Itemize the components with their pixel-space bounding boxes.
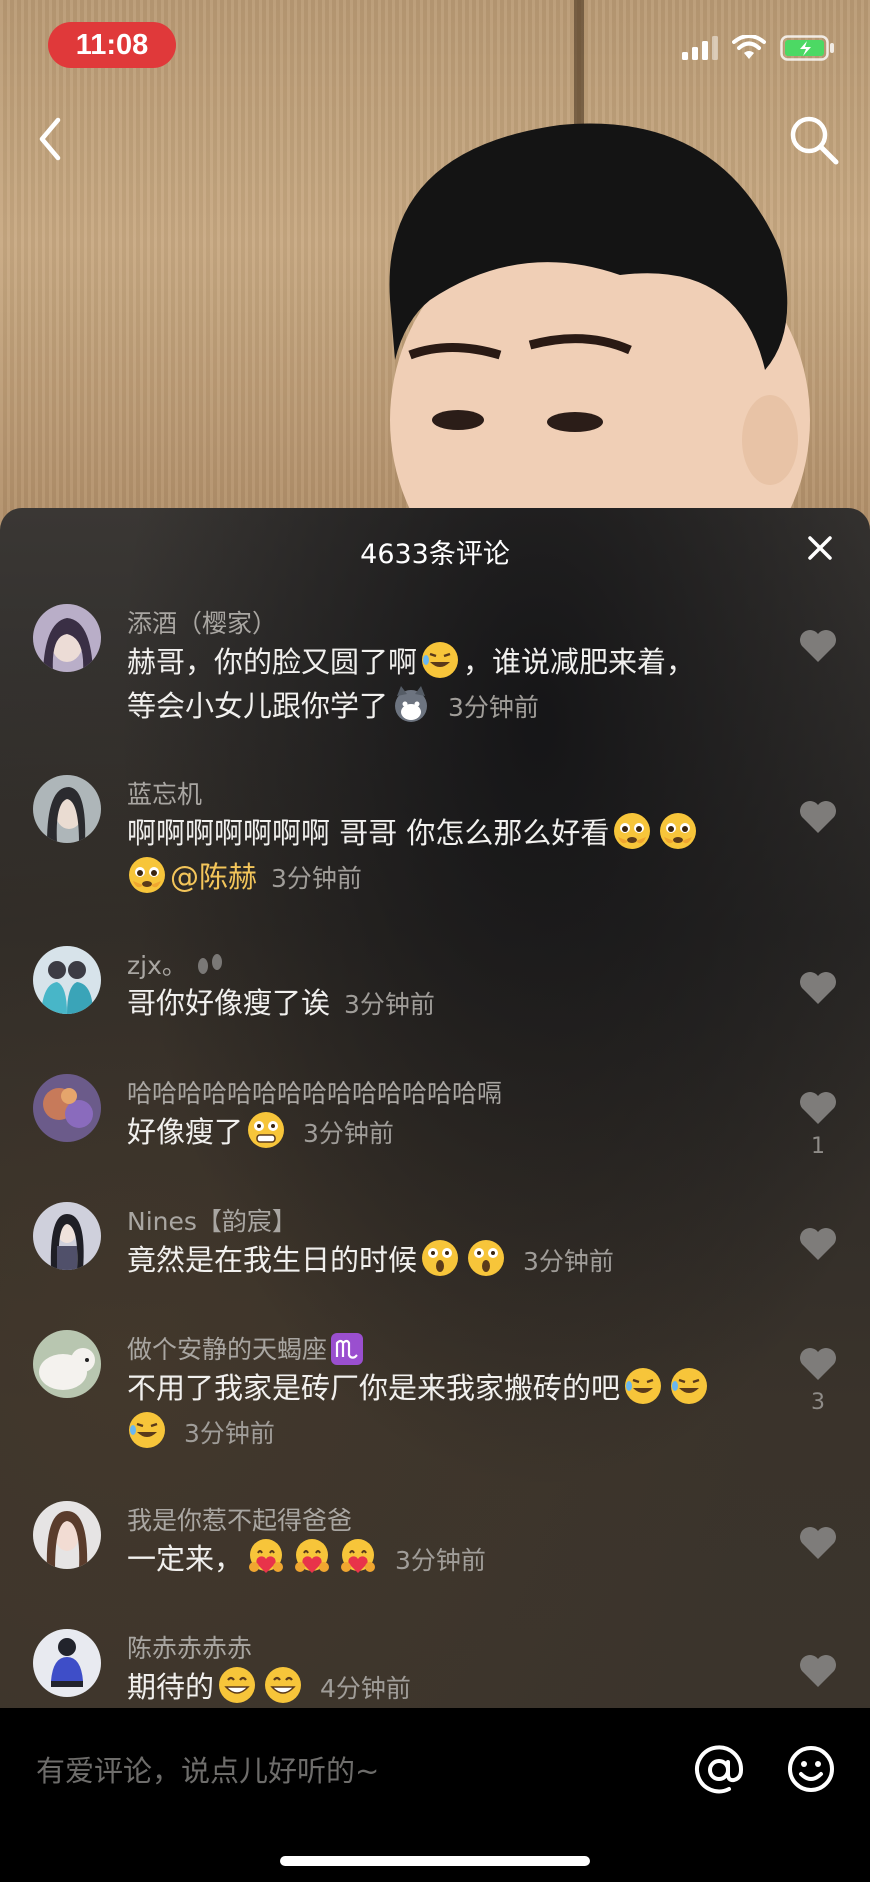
scorpio-icon xyxy=(331,1333,364,1365)
signal-icon xyxy=(682,36,718,60)
comment-time: 3分钟前 xyxy=(271,864,362,893)
heart-icon[interactable] xyxy=(798,1653,838,1689)
comment-author[interactable]: 添酒（樱家） xyxy=(127,604,277,640)
comment-author[interactable]: 我是你惹不起得爸爸 xyxy=(127,1501,352,1537)
comment-line: 一定来， xyxy=(127,1542,244,1576)
comment-line: 期待的 xyxy=(127,1670,215,1704)
footprints-icon xyxy=(197,954,222,974)
astonished-emoji-icon xyxy=(468,1240,505,1276)
home-indicator xyxy=(280,1856,590,1866)
heart-icon[interactable] xyxy=(798,628,838,664)
like-count: 1 xyxy=(811,1134,825,1159)
rofl-emoji-icon xyxy=(129,1412,165,1448)
battery-icon xyxy=(780,35,834,61)
close-icon[interactable] xyxy=(806,534,834,562)
comment-text: 哥你好像瘦了诶 3分钟前 xyxy=(127,982,767,1026)
astonished-emoji-icon xyxy=(422,1240,459,1276)
comment-time: 3分钟前 xyxy=(395,1546,486,1575)
back-icon[interactable] xyxy=(28,112,72,166)
status-icons xyxy=(682,34,836,62)
video-person xyxy=(389,123,810,540)
heart-icon[interactable] xyxy=(798,1346,838,1382)
comment-line: 竟然是在我生日的时候 xyxy=(127,1243,418,1277)
comment-time: 3分钟前 xyxy=(448,693,539,722)
comment-line: 啊啊啊啊啊啊啊 哥哥 你怎么那么好看 xyxy=(127,816,610,850)
rofl-emoji-icon xyxy=(625,1368,662,1404)
husky-emoji-icon xyxy=(395,686,428,722)
rofl-emoji-icon xyxy=(671,1368,708,1404)
pleading-emoji-icon xyxy=(660,813,697,849)
comment-text: 赫哥，你的脸又圆了啊 ，谁说减肥来着， 等会小女儿跟你学了 3分钟前 xyxy=(127,640,767,729)
comment-line: 不用了我家是砖厂你是来我家搬砖的吧 xyxy=(127,1371,621,1405)
comment-time: 4分钟前 xyxy=(320,1674,411,1703)
avatar[interactable] xyxy=(33,604,101,672)
comment-line: 等会小女儿跟你学了 xyxy=(127,689,389,723)
avatar[interactable] xyxy=(33,1501,101,1569)
comment-input[interactable]: 有爱评论，说点儿好听的~ xyxy=(36,1748,379,1790)
comment-line: ，谁说减肥来着， xyxy=(463,645,696,679)
search-icon[interactable] xyxy=(786,112,842,168)
avatar[interactable] xyxy=(33,775,101,843)
pleading-emoji-icon xyxy=(129,857,165,893)
comment-line: 赫哥，你的脸又圆了啊 xyxy=(127,645,418,679)
heart-icon[interactable] xyxy=(798,1525,838,1561)
grimace-emoji-icon xyxy=(248,1112,285,1148)
heart-icon[interactable] xyxy=(798,1090,838,1126)
author-name: zjx。 xyxy=(127,951,187,980)
grin-emoji-icon xyxy=(219,1667,256,1703)
comment-author[interactable]: zjx。 xyxy=(127,946,227,982)
at-icon[interactable] xyxy=(693,1744,745,1796)
comment-author[interactable]: Nines【韵宸】 xyxy=(127,1202,297,1238)
comment-text: 期待的 4分钟前 xyxy=(127,1665,767,1708)
comment-time: 3分钟前 xyxy=(303,1119,394,1148)
comment-author[interactable]: 蓝忘机 xyxy=(127,775,202,811)
comment-line: 哥你好像瘦了诶 xyxy=(127,986,331,1020)
comment-time: 3分钟前 xyxy=(344,990,435,1019)
mention-link[interactable]: @陈赫 xyxy=(170,860,257,894)
comment-input-bar: 有爱评论，说点儿好听的~ xyxy=(0,1708,870,1882)
avatar[interactable] xyxy=(33,1074,101,1142)
heart-hands-emoji-icon xyxy=(295,1539,330,1573)
comment-count-title: 4633条评论 xyxy=(360,539,510,570)
heart-icon[interactable] xyxy=(798,970,838,1006)
avatar[interactable] xyxy=(33,946,101,1014)
heart-hands-emoji-icon xyxy=(341,1539,376,1573)
avatar[interactable] xyxy=(33,1330,101,1398)
pleading-emoji-icon xyxy=(614,813,651,849)
emoji-icon[interactable] xyxy=(786,1744,836,1794)
comment-panel: 4633条评论 添酒（樱家） 赫哥，你的脸又圆了啊 ，谁说减肥来着， 等会小女儿跟… xyxy=(0,508,870,1708)
comment-text: 好像瘦了 3分钟前 xyxy=(127,1110,767,1155)
comment-text: 不用了我家是砖厂你是来我家搬砖的吧 3分钟前 xyxy=(127,1366,767,1455)
like-count: 3 xyxy=(811,1390,825,1415)
rofl-emoji-icon xyxy=(422,642,459,678)
avatar[interactable] xyxy=(33,1202,101,1270)
heart-icon[interactable] xyxy=(798,1226,838,1262)
avatar[interactable] xyxy=(33,1629,101,1697)
comment-author[interactable]: 陈赤赤赤赤 xyxy=(127,1629,252,1665)
comment-time: 3分钟前 xyxy=(523,1247,614,1276)
comment-text: 一定来， 3分钟前 xyxy=(127,1537,767,1582)
comment-text: 竟然是在我生日的时候 3分钟前 xyxy=(127,1238,767,1283)
status-time: 11:08 xyxy=(48,22,176,68)
comment-line: 好像瘦了 xyxy=(127,1115,244,1149)
author-name: 做个安静的天蝎座 xyxy=(127,1335,328,1364)
comment-text: 啊啊啊啊啊啊啊 哥哥 你怎么那么好看 @陈赫 3分钟前 xyxy=(127,811,767,900)
comment-author[interactable]: 做个安静的天蝎座 xyxy=(127,1330,364,1366)
grin-emoji-icon xyxy=(265,1667,302,1703)
heart-icon[interactable] xyxy=(798,799,838,835)
comment-time: 3分钟前 xyxy=(184,1419,275,1448)
wifi-icon xyxy=(732,35,766,59)
comment-author[interactable]: 哈哈哈哈哈哈哈哈哈哈哈哈哈哈嗝 xyxy=(127,1074,502,1110)
heart-hands-emoji-icon xyxy=(249,1539,284,1573)
video-background[interactable] xyxy=(0,0,870,540)
